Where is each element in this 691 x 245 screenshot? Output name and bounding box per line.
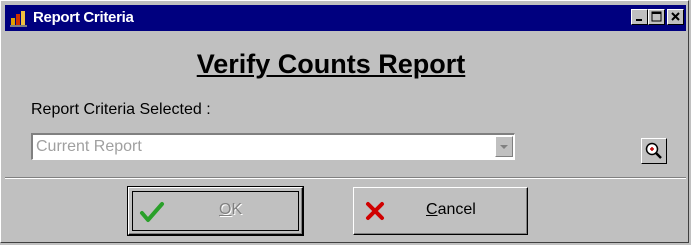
- cancel-label: Cancel: [426, 201, 476, 218]
- x-icon: [366, 202, 384, 220]
- maximize-icon: [651, 11, 662, 22]
- maximize-button[interactable]: [648, 9, 665, 25]
- title-bar[interactable]: Report Criteria: [5, 5, 686, 31]
- minimize-icon: [636, 19, 642, 21]
- dropdown-arrow-button[interactable]: [495, 136, 513, 157]
- minimize-button[interactable]: [631, 9, 648, 25]
- zoom-button[interactable]: [641, 138, 667, 164]
- ok-label: OK: [219, 201, 243, 218]
- close-button[interactable]: [667, 9, 684, 25]
- ok-button[interactable]: OK: [127, 186, 304, 236]
- cancel-button[interactable]: Cancel: [353, 187, 528, 235]
- report-app-icon: [10, 11, 27, 27]
- criteria-label: Report Criteria Selected :: [31, 101, 211, 118]
- report-heading: Verify Counts Report: [196, 49, 466, 79]
- magnifier-icon: [645, 142, 662, 159]
- chevron-down-icon: [500, 145, 508, 149]
- report-criteria-window: Report Criteria Verify Counts Report Rep…: [0, 0, 689, 243]
- criteria-selected-value: Current Report: [36, 138, 142, 155]
- window-title: Report Criteria: [33, 9, 134, 26]
- close-icon: [671, 12, 680, 21]
- criteria-dropdown[interactable]: Current Report: [31, 133, 515, 160]
- separator: [5, 177, 686, 179]
- checkmark-icon: [140, 202, 164, 222]
